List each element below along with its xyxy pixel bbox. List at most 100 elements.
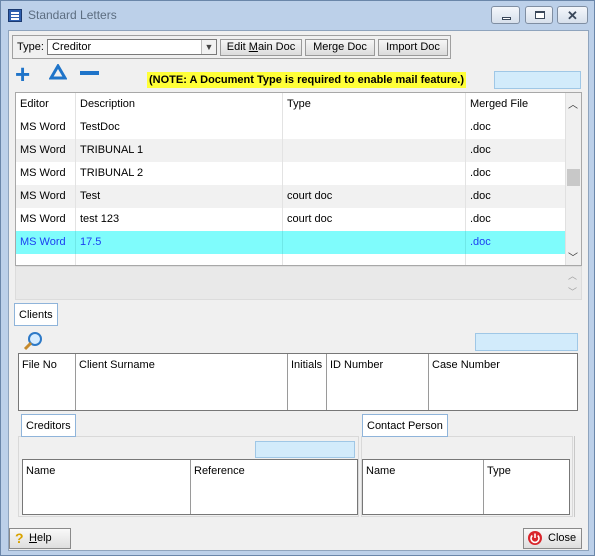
chevron-down-icon[interactable]: ▼ [201, 40, 216, 54]
editor-cell: MS Word [16, 208, 76, 231]
description-cell: TRIBUNAL 1 [76, 139, 283, 162]
type-cell [283, 231, 466, 254]
column-header-name[interactable]: Name [363, 460, 484, 514]
column-header-id-number[interactable]: ID Number [327, 354, 429, 410]
merged-file-cell: .doc [470, 167, 491, 179]
close-label: Close [548, 532, 577, 544]
letters-vertical-scrollbar[interactable]: ︿ ﹀ [565, 93, 581, 265]
title-bar[interactable]: Standard Letters ✕ [1, 1, 594, 29]
type-cell [283, 116, 466, 139]
merge-doc-button[interactable]: Merge Doc [305, 39, 375, 56]
help-button[interactable]: ? Help [9, 528, 71, 549]
type-toolbar: Type: Creditor ▼ Edit Main Doc Merge Doc… [12, 35, 451, 59]
type-select-value: Creditor [52, 41, 92, 53]
plus-icon[interactable]: + [15, 61, 30, 87]
edit-main-doc-label: Edit [226, 41, 249, 53]
help-label: elp [36, 532, 52, 544]
letter-search-field[interactable] [494, 71, 581, 89]
editor-cell: MS Word [16, 231, 76, 254]
merged-file-cell: .doc [470, 213, 491, 225]
creditor-search-field[interactable] [255, 441, 355, 458]
maximize-icon [535, 11, 545, 19]
note-text: (NOTE: A Document Type is required to en… [147, 72, 466, 88]
scroll-up-icon[interactable]: ︿ [568, 269, 577, 282]
editor-cell: MS Word [16, 185, 76, 208]
description-cell: TestDoc [76, 116, 283, 139]
triangle-up-icon[interactable] [48, 63, 68, 83]
power-icon [528, 531, 542, 545]
letters-header-row: Editor Description Type Merged File [16, 93, 566, 116]
minimize-icon [502, 17, 511, 20]
merged-file-cell: .doc [470, 144, 491, 156]
minus-icon[interactable] [80, 71, 99, 75]
column-header-merged-file[interactable]: Merged File [466, 93, 566, 116]
table-row-partial [16, 254, 566, 265]
scroll-down-icon[interactable]: ﹀ [568, 285, 577, 298]
type-cell [283, 162, 466, 185]
description-cell: Test [76, 185, 283, 208]
tab-contact-person[interactable]: Contact Person [362, 414, 448, 437]
window-body: Type: Creditor ▼ Edit Main Doc Merge Doc… [8, 30, 589, 551]
table-row-selected[interactable]: MS Word 17.5 .doc [16, 231, 566, 254]
table-row[interactable]: MS Word Test court doc .doc [16, 185, 566, 208]
empty-cell [283, 254, 466, 265]
standard-letters-window: Standard Letters ✕ Type: Creditor ▼ Edit… [0, 0, 595, 556]
divider [574, 436, 575, 517]
table-row[interactable]: MS Word TRIBUNAL 1 .doc [16, 139, 566, 162]
description-cell: TRIBUNAL 2 [76, 162, 283, 185]
scroll-down-icon[interactable]: ﹀ [568, 249, 578, 264]
type-label: Type: [17, 41, 44, 53]
column-header-reference[interactable]: Reference [191, 460, 357, 514]
scroll-up-icon[interactable]: ︿ [568, 96, 578, 111]
help-mnemonic: H [29, 532, 37, 544]
letters-table: Editor Description Type Merged File MS W… [15, 92, 582, 266]
edit-main-doc-label-rest: ain Doc [257, 41, 296, 53]
creditors-table: Name Reference [22, 459, 358, 515]
column-header-file-no[interactable]: File No [19, 354, 76, 410]
scroll-thumb[interactable] [567, 169, 580, 186]
type-cell [283, 139, 466, 162]
window-title: Standard Letters [28, 8, 117, 22]
merged-file-cell: .doc [470, 190, 491, 202]
edit-main-doc-button[interactable]: Edit Main Doc [220, 39, 302, 56]
description-cell: test 123 [76, 208, 283, 231]
import-doc-button[interactable]: Import Doc [378, 39, 448, 56]
table-row[interactable]: MS Word test 123 court doc .doc [16, 208, 566, 231]
type-select[interactable]: Creditor ▼ [47, 39, 217, 55]
column-header-name[interactable]: Name [23, 460, 191, 514]
editor-cell: MS Word [16, 139, 76, 162]
close-window-button[interactable]: ✕ [557, 6, 588, 24]
description-cell: 17.5 [76, 231, 283, 254]
app-icon [8, 9, 22, 22]
tab-creditors[interactable]: Creditors [21, 414, 76, 437]
close-icon: ✕ [567, 8, 578, 23]
merged-file-cell: .doc [470, 121, 491, 133]
client-search-field[interactable] [475, 333, 578, 351]
editor-cell: MS Word [16, 162, 76, 185]
empty-cell [16, 254, 76, 265]
column-header-initials[interactable]: Initials [288, 354, 327, 410]
column-header-client-surname[interactable]: Client Surname [76, 354, 288, 410]
contact-person-table: Name Type [362, 459, 570, 515]
preview-area: ︿ ﹀ [15, 266, 582, 300]
column-header-type[interactable]: Type [484, 460, 569, 514]
column-header-description[interactable]: Description [76, 93, 283, 116]
question-mark-icon: ? [15, 530, 24, 546]
magnifier-icon[interactable] [22, 331, 44, 354]
editor-cell: MS Word [16, 116, 76, 139]
type-cell: court doc [283, 208, 466, 231]
table-row[interactable]: MS Word TRIBUNAL 2 .doc [16, 162, 566, 185]
column-header-editor[interactable]: Editor [16, 93, 76, 116]
column-header-case-number[interactable]: Case Number [429, 354, 577, 410]
empty-cell [76, 254, 283, 265]
column-header-type[interactable]: Type [283, 93, 466, 116]
close-button[interactable]: Close [523, 528, 582, 549]
minimize-button[interactable] [491, 6, 520, 24]
edit-main-doc-mnemonic: M [248, 41, 258, 53]
table-row[interactable]: MS Word TestDoc .doc [16, 116, 566, 139]
type-cell: court doc [283, 185, 466, 208]
merged-file-cell: .doc [470, 236, 491, 248]
clients-table: File No Client Surname Initials ID Numbe… [18, 353, 578, 411]
maximize-button[interactable] [525, 6, 553, 24]
tab-clients[interactable]: Clients [14, 303, 58, 326]
